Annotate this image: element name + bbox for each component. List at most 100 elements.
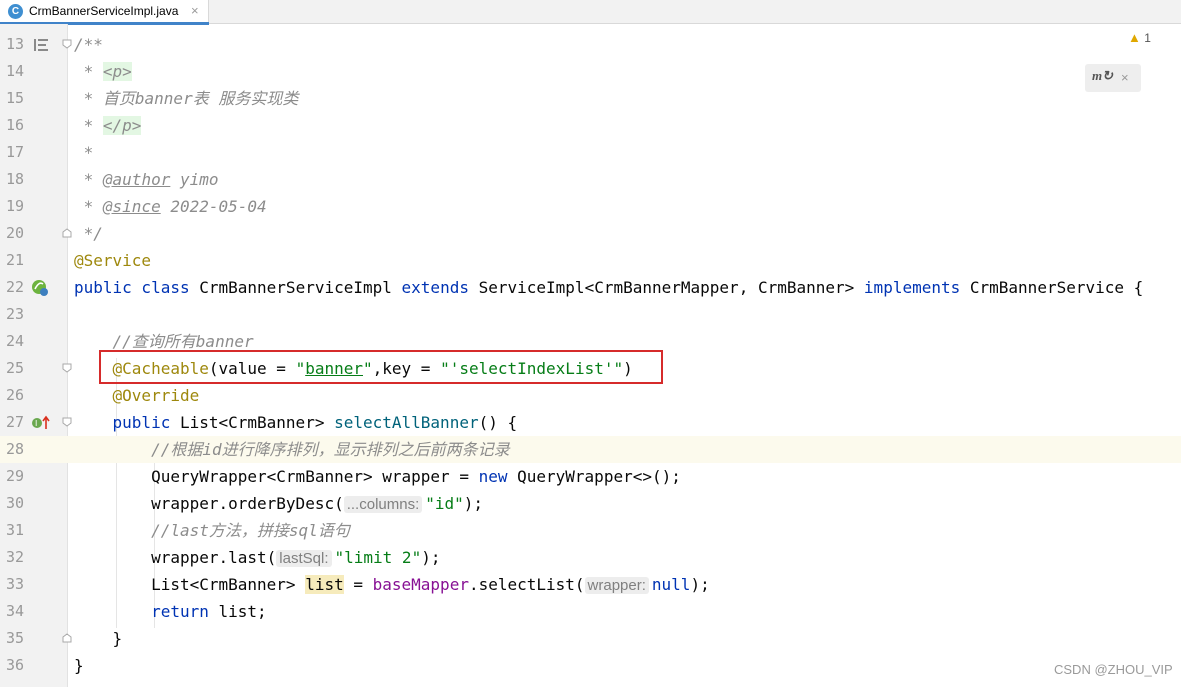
code-text: QueryWrapper<CrmBanner> wrapper = new Qu… — [74, 463, 681, 490]
code-line[interactable]: 31 //last方法，拼接sql语句 — [0, 517, 1181, 544]
code-token: selectAllBanner — [334, 413, 479, 432]
line-number: 22 — [5, 278, 24, 296]
line-number: 24 — [5, 332, 24, 350]
fold-end-icon[interactable] — [62, 633, 72, 643]
code-line[interactable]: 16 * </p> — [0, 112, 1181, 139]
fold-open-icon[interactable] — [62, 417, 72, 427]
fold-open-icon[interactable] — [62, 39, 72, 49]
code-token: ); — [690, 575, 710, 594]
code-line[interactable]: 21 @Service — [0, 247, 1181, 274]
code-text: public List<CrmBanner> selectAllBanner()… — [74, 409, 518, 436]
code-text: * <p> — [74, 58, 132, 85]
line-number: 35 — [5, 629, 24, 647]
code-line[interactable]: 33 List<CrmBanner> list = baseMapper.sel… — [0, 571, 1181, 598]
code-line[interactable]: 17 * — [0, 139, 1181, 166]
code-line[interactable]: 14 * <p> — [0, 58, 1181, 85]
code-line[interactable]: 23 — [0, 301, 1181, 328]
line-number: 16 — [5, 116, 24, 134]
line-number: 28 — [5, 440, 24, 458]
code-token: wrapper.last( — [74, 548, 277, 567]
implements-method-icon[interactable]: I — [31, 415, 51, 431]
code-line[interactable]: 32 wrapper.last(lastSql: "limit 2"); — [0, 544, 1181, 571]
code-token: 2022-05-04 — [160, 197, 267, 216]
code-line[interactable]: 29 QueryWrapper<CrmBanner> wrapper = new… — [0, 463, 1181, 490]
line-number: 30 — [5, 494, 24, 512]
fold-open-icon[interactable] — [62, 363, 72, 373]
code-text: * @since 2022-05-04 — [74, 193, 267, 220]
code-token: ); — [421, 548, 441, 567]
fold-end-icon[interactable] — [62, 228, 72, 238]
code-text: * — [74, 143, 94, 162]
line-number: 32 — [5, 548, 24, 566]
watermark: CSDN @ZHOU_VIP — [1054, 662, 1173, 677]
inspection-widget[interactable]: ▲ 1 — [1128, 30, 1151, 45]
code-token: baseMapper — [372, 575, 469, 594]
code-token: <p> — [102, 62, 132, 81]
code-token: public — [112, 413, 171, 432]
line-number: 23 — [5, 305, 24, 323]
code-token: CrmBannerService { — [960, 278, 1144, 297]
line-number: 25 — [5, 359, 24, 377]
code-token: * — [74, 170, 103, 189]
code-line[interactable]: 30 wrapper.orderByDesc(...columns: "id"); — [0, 490, 1181, 517]
code-text: * @author yimo — [74, 166, 219, 193]
line-number: 18 — [5, 170, 24, 188]
code-line[interactable]: 15 * 首页banner表 服务实现类 — [0, 85, 1181, 112]
code-token: () { — [478, 413, 518, 432]
maven-reload-icon[interactable]: m↻ — [1092, 68, 1113, 84]
code-line[interactable]: 20 */ — [0, 220, 1181, 247]
code-line[interactable]: 13 /** — [0, 31, 1181, 58]
code-line[interactable]: 26 @Override — [0, 382, 1181, 409]
structure-icon[interactable] — [33, 38, 49, 52]
code-text: @Override — [74, 386, 200, 405]
line-number: 20 — [5, 224, 24, 242]
code-token: yimo — [170, 170, 219, 189]
tab-label: CrmBannerServiceImpl.java — [29, 4, 179, 18]
code-text: wrapper.orderByDesc(...columns: "id"); — [74, 490, 483, 518]
code-line[interactable]: 18 * @author yimo — [0, 166, 1181, 193]
code-token: null — [651, 575, 691, 594]
parameter-hint: lastSql: — [276, 550, 332, 567]
code-text: return list; — [74, 598, 267, 625]
tab-crmbannerserviceimpl[interactable]: C CrmBannerServiceImpl.java × — [0, 0, 209, 25]
editor-tab-bar: C CrmBannerServiceImpl.java × — [0, 0, 1181, 25]
close-icon[interactable]: × — [1121, 70, 1129, 85]
line-number: 27 — [5, 413, 24, 431]
code-text: * </p> — [74, 112, 142, 139]
code-token: list; — [208, 602, 267, 621]
line-number: 19 — [5, 197, 24, 215]
code-line[interactable]: 27 I public List<CrmBanner> selectAllBan… — [0, 409, 1181, 436]
code-token: List<CrmBanner> — [74, 575, 306, 594]
code-line[interactable]: 19 * @since 2022-05-04 — [0, 193, 1181, 220]
code-text: //last方法，拼接sql语句 — [74, 521, 350, 540]
warning-count: 1 — [1144, 31, 1151, 45]
warning-triangle-icon: ▲ — [1128, 30, 1141, 45]
code-line-current[interactable]: 28 //根据id进行降序排列，显示排列之后前两条记录 — [0, 436, 1181, 463]
code-text: wrapper.last(lastSql: "limit 2"); — [74, 544, 440, 572]
code-text: /** — [74, 35, 103, 54]
code-token: = — [343, 575, 373, 594]
code-token: list — [305, 575, 344, 594]
code-line[interactable]: 22 public class CrmBannerServiceImpl ext… — [0, 274, 1181, 301]
line-number: 15 — [5, 89, 24, 107]
code-token: wrapper.orderByDesc( — [74, 494, 344, 513]
code-text: * 首页banner表 服务实现类 — [74, 89, 299, 108]
code-text: */ — [74, 224, 103, 243]
code-line[interactable]: 35 } — [0, 625, 1181, 652]
spring-bean-icon[interactable] — [30, 278, 50, 298]
maven-reload-popup: m↻ × — [1085, 64, 1141, 92]
line-number: 33 — [5, 575, 24, 593]
line-number: 17 — [5, 143, 24, 161]
code-line[interactable]: 36 } — [0, 652, 1181, 679]
tab-close-icon[interactable]: × — [191, 3, 199, 18]
line-number: 26 — [5, 386, 24, 404]
line-number: 34 — [5, 602, 24, 620]
code-token: CrmBannerServiceImpl — [199, 278, 402, 297]
code-token: .selectList( — [468, 575, 585, 594]
code-token: * — [74, 62, 103, 81]
code-line[interactable]: 34 return list; — [0, 598, 1181, 625]
code-text: List<CrmBanner> list = baseMapper.select… — [74, 571, 710, 599]
code-token: </p> — [102, 116, 142, 135]
